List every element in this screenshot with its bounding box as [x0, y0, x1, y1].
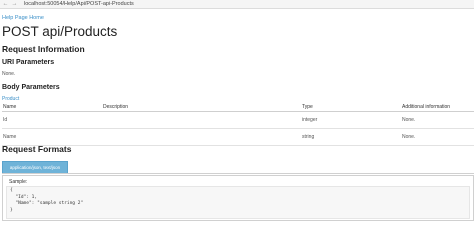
- request-formats-heading: Request Formats: [2, 144, 72, 154]
- table-row: Id integer None.: [2, 112, 474, 129]
- column-header-additional-information: Additional information: [402, 104, 451, 110]
- cell-name: Name: [3, 134, 17, 140]
- cell-additional-information: None.: [402, 117, 416, 123]
- cell-type: integer: [302, 117, 318, 123]
- column-header-name: Name: [3, 104, 17, 110]
- table-header-row: Name Description Type Additional informa…: [2, 103, 474, 112]
- column-header-type: Type: [302, 104, 313, 110]
- browser-address-bar: ← → localhost:50054/Help/Api/POST-api-Pr…: [0, 0, 474, 9]
- tab-divider: [2, 173, 474, 174]
- column-header-description: Description: [103, 104, 129, 110]
- product-type-link[interactable]: Product: [2, 96, 19, 102]
- cell-additional-information: None.: [402, 134, 416, 140]
- sample-label: Sample:: [9, 179, 28, 185]
- help-page-home-link[interactable]: Help Page Home: [2, 15, 44, 21]
- forward-arrow-icon[interactable]: →: [11, 1, 18, 8]
- url-field[interactable]: localhost:50054/Help/Api/POST-api-Produc…: [24, 1, 234, 8]
- page-title: POST api/Products: [2, 24, 118, 39]
- uri-parameters-value: None.: [2, 71, 16, 77]
- code-line: }: [10, 207, 13, 213]
- back-arrow-icon[interactable]: ←: [2, 1, 9, 8]
- sample-panel: Sample: { "Id": 1, "Name": "sample strin…: [2, 175, 474, 221]
- cell-type: string: [302, 134, 315, 140]
- uri-parameters-heading: URI Parameters: [2, 59, 55, 66]
- request-information-heading: Request Information: [2, 44, 85, 54]
- body-parameters-table: Name Description Type Additional informa…: [2, 103, 474, 146]
- cell-name: Id: [3, 117, 8, 123]
- table-row: Name string None.: [2, 129, 474, 146]
- body-parameters-heading: Body Parameters: [2, 84, 60, 91]
- code-sample: { "Id": 1, "Name": "sample string 2" }: [6, 186, 470, 219]
